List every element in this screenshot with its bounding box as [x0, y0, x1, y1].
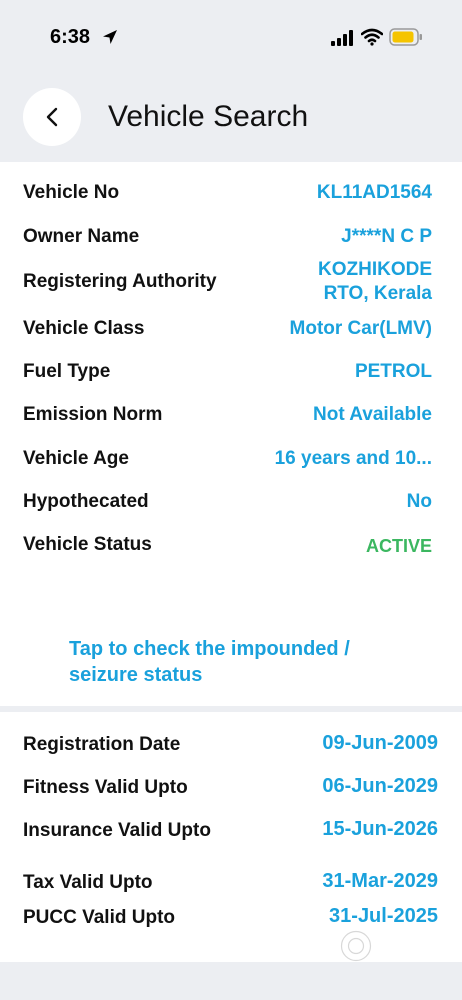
hypothecated-value: No — [406, 491, 432, 512]
detail-label: Registering Authority — [23, 271, 217, 292]
owner-name-value: J****N C P — [341, 226, 432, 247]
vehicle-number-value: KL11AD1564 — [316, 182, 432, 203]
impound-link-line1: Tap to check the impounded / — [69, 638, 350, 660]
wifi-icon — [361, 28, 383, 46]
insurance-valid-value: 15-Jun-2026 — [322, 818, 438, 840]
chevron-left-icon — [46, 107, 58, 127]
status-badge: ACTIVE — [365, 536, 432, 556]
status-bar: 6:38 — [0, 0, 462, 72]
location-arrow-icon — [103, 30, 117, 44]
cellular-signal-icon — [331, 30, 353, 46]
tax-valid-value: 31-Mar-2029 — [322, 870, 438, 892]
detail-label: Vehicle Class — [23, 318, 145, 339]
detail-label: Hypothecated — [23, 491, 149, 512]
header: Vehicle Search — [0, 72, 462, 162]
vehicle-age-value: 16 years and 10... — [274, 448, 432, 469]
back-button[interactable] — [23, 88, 81, 146]
detail-label: Emission Norm — [23, 404, 163, 425]
detail-label: Owner Name — [23, 226, 140, 247]
detail-label: Fitness Valid Upto — [23, 777, 188, 798]
battery-icon — [389, 28, 422, 46]
detail-label: Tax Valid Upto — [23, 872, 153, 893]
detail-label: Insurance Valid Upto — [23, 820, 211, 841]
detail-label: Fuel Type — [23, 361, 111, 382]
fuel-type-value: PETROL — [354, 361, 432, 382]
detail-label: Vehicle No — [23, 182, 120, 203]
registering-authority-value-line2: RTO, Kerala — [323, 283, 432, 304]
impound-status-link[interactable]: Tap to check the impounded / seizure sta… — [69, 636, 409, 688]
detail-label: Registration Date — [23, 734, 181, 755]
registration-date-value: 09-Jun-2009 — [322, 732, 438, 754]
impound-link-line2: seizure status — [69, 664, 203, 686]
olx-watermark-logo — [340, 926, 422, 962]
registering-authority-value-line1: KOZHIKODE — [318, 259, 432, 280]
detail-label: PUCC Valid Upto — [23, 907, 176, 928]
vehicle-class-value: Motor Car(LMV) — [289, 318, 432, 339]
status-time: 6:38 — [50, 26, 91, 48]
vehicle-details-card: Vehicle No KL11AD1564 Owner Name J****N … — [0, 162, 462, 706]
detail-label: Vehicle Age — [23, 448, 129, 469]
page-title: Vehicle Search — [108, 100, 309, 133]
emission-norm-value: Not Available — [313, 404, 432, 425]
detail-label: Vehicle Status — [23, 534, 152, 555]
fitness-valid-value: 06-Jun-2029 — [322, 775, 438, 797]
